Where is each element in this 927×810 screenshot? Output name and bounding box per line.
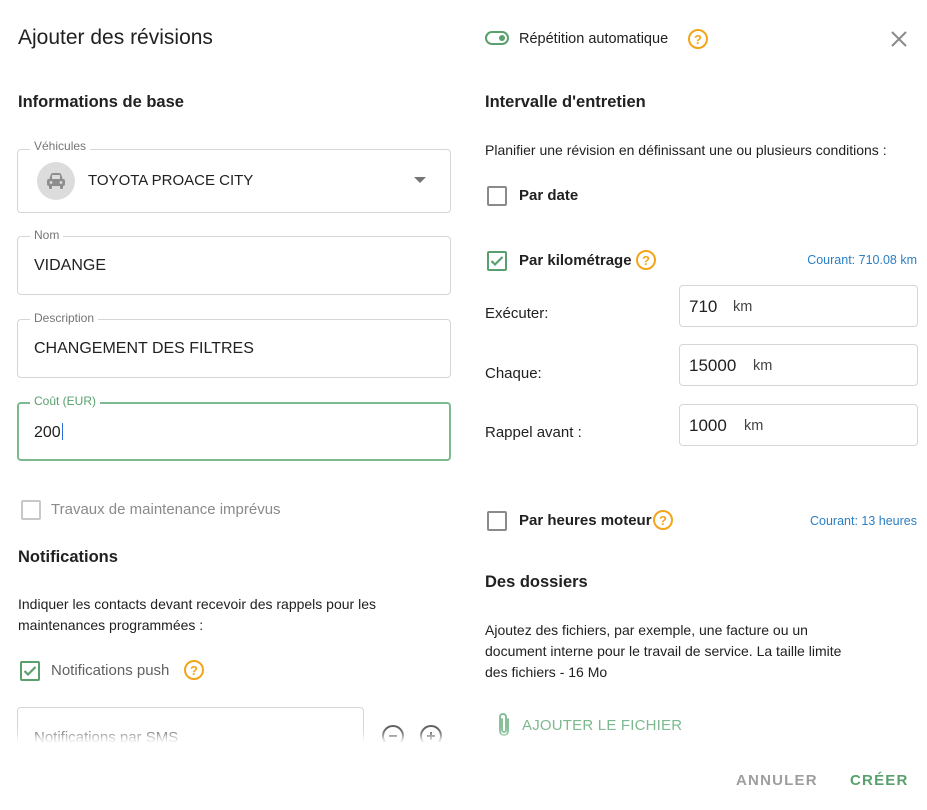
execute-unit: km bbox=[733, 299, 753, 315]
by-hours-help-icon[interactable]: ? bbox=[653, 510, 673, 530]
auto-repeat-toggle[interactable] bbox=[485, 31, 509, 45]
text-caret bbox=[61, 423, 63, 440]
interval-intro: Planifier une révision en définissant un… bbox=[485, 142, 887, 158]
reminder-unit: km bbox=[744, 418, 764, 434]
description-value: CHANGEMENT DES FILTRES bbox=[34, 340, 254, 357]
cancel-button[interactable]: ANNULER bbox=[736, 772, 818, 789]
execute-input[interactable]: 710 km bbox=[679, 285, 918, 327]
every-value: 15000 bbox=[689, 356, 737, 375]
notifications-intro-line2: maintenances programmées : bbox=[18, 617, 204, 633]
chevron-down-icon[interactable] bbox=[414, 177, 426, 183]
reminder-value: 1000 bbox=[689, 416, 727, 435]
unplanned-checkbox[interactable] bbox=[21, 500, 41, 520]
every-label: Chaque: bbox=[485, 365, 542, 382]
add-file-button[interactable]: AJOUTER LE FICHIER bbox=[496, 712, 682, 738]
toggle-knob bbox=[499, 35, 505, 41]
auto-repeat-help-icon[interactable]: ? bbox=[688, 29, 708, 49]
by-hours-checkbox[interactable] bbox=[487, 511, 507, 531]
cost-label: Coût (EUR) bbox=[30, 394, 101, 408]
check-icon bbox=[23, 666, 37, 677]
hours-current: Courant: 13 heures bbox=[809, 514, 917, 528]
cost-value: 200 bbox=[34, 424, 61, 441]
close-button[interactable] bbox=[884, 24, 914, 54]
basic-info-heading: Informations de base bbox=[18, 93, 184, 111]
notifications-intro-line1: Indiquer les contacts devant recevoir de… bbox=[18, 596, 376, 612]
push-label: Notifications push bbox=[51, 662, 170, 679]
plus-circle-icon bbox=[427, 732, 435, 740]
by-km-help-icon[interactable]: ? bbox=[636, 250, 656, 270]
cost-field[interactable]: Coût (EUR) 200 bbox=[17, 394, 451, 461]
every-input[interactable]: 15000 km bbox=[679, 344, 918, 386]
files-intro-line1: Ajoutez des fichiers, par exemple, une f… bbox=[485, 622, 808, 638]
push-checkbox[interactable] bbox=[20, 661, 40, 681]
files-intro-line3: des fichiers - 16 Mo bbox=[485, 664, 608, 680]
by-date-label: Par date bbox=[519, 187, 579, 204]
name-label: Nom bbox=[30, 228, 64, 242]
auto-repeat-label: Répétition automatique bbox=[519, 31, 669, 47]
close-icon bbox=[891, 31, 907, 47]
execute-label: Exécuter: bbox=[485, 305, 549, 322]
reminder-label: Rappel avant : bbox=[485, 424, 582, 441]
by-hours-label: Par heures moteur bbox=[519, 512, 652, 529]
reminder-input[interactable]: 1000 km bbox=[679, 404, 918, 446]
description-label: Description bbox=[30, 311, 99, 325]
unplanned-label: Travaux de maintenance imprévus bbox=[51, 501, 281, 518]
vehicle-avatar bbox=[37, 162, 75, 200]
paperclip-icon bbox=[499, 713, 509, 736]
add-file-label: AJOUTER LE FICHIER bbox=[522, 716, 683, 734]
vehicle-select[interactable]: Véhicules TOYOTA PROACE CITY bbox=[17, 139, 451, 213]
by-km-label: Par kilométrage bbox=[519, 252, 632, 269]
files-intro-line2: document interne pour le travail de serv… bbox=[485, 643, 842, 659]
every-unit: km bbox=[753, 358, 773, 374]
minus-circle-icon bbox=[389, 735, 397, 737]
by-date-checkbox[interactable] bbox=[487, 186, 507, 206]
push-help-icon[interactable]: ? bbox=[184, 660, 204, 680]
files-heading: Des dossiers bbox=[485, 573, 588, 591]
interval-heading: Intervalle d'entretien bbox=[485, 93, 646, 111]
by-km-checkbox[interactable] bbox=[487, 251, 507, 271]
name-value: VIDANGE bbox=[34, 257, 107, 274]
notifications-heading: Notifications bbox=[18, 548, 118, 566]
car-icon bbox=[47, 173, 65, 189]
check-icon bbox=[490, 256, 504, 267]
create-button[interactable]: CRÉER bbox=[850, 772, 909, 789]
vehicle-value: TOYOTA PROACE CITY bbox=[88, 172, 254, 189]
name-field[interactable]: Nom VIDANGE bbox=[17, 228, 451, 295]
execute-value: 710 bbox=[689, 297, 718, 316]
vehicle-label: Véhicules bbox=[30, 139, 91, 153]
cost-value-wrap: 200 bbox=[34, 423, 63, 442]
dialog-title: Ajouter des révisions bbox=[18, 26, 213, 49]
description-field[interactable]: Description CHANGEMENT DES FILTRES bbox=[17, 311, 451, 378]
add-maintenance-dialog: Ajouter des révisions Répétition automat… bbox=[0, 0, 927, 810]
km-current: Courant: 710.08 km bbox=[807, 253, 917, 267]
